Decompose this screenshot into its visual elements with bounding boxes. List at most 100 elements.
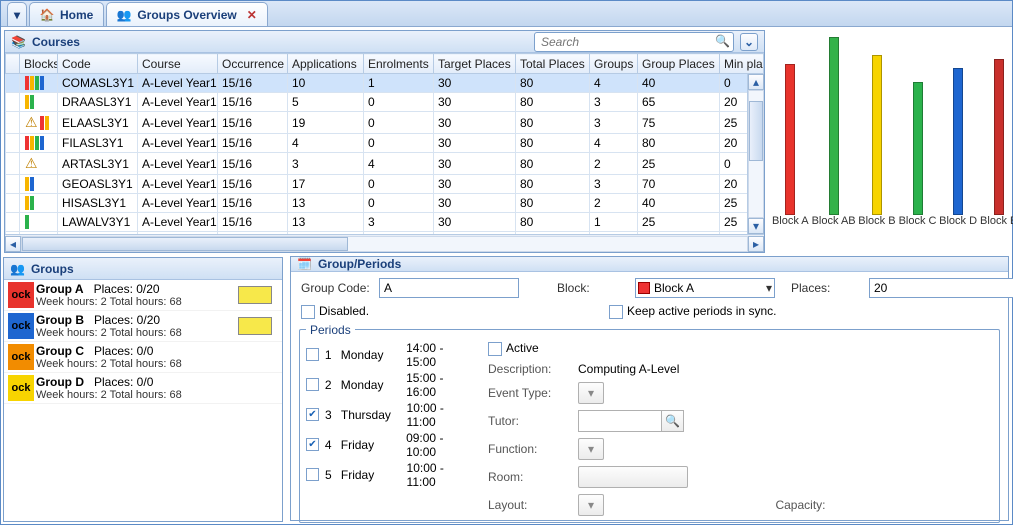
block-indicator bbox=[25, 136, 29, 150]
period-checkbox[interactable]: ✔ bbox=[306, 438, 319, 451]
periods-fieldset: Periods 1Monday14:00 - 15:002Monday15:00… bbox=[299, 323, 1000, 523]
cell-course: A-Level Year1 bbox=[138, 74, 218, 93]
function-select[interactable]: ▾ bbox=[578, 438, 604, 460]
group-item[interactable]: ockGroup APlaces: 0/20Week hours: 2 Tota… bbox=[4, 280, 282, 311]
period-row[interactable]: ✔3Thursday10:00 - 11:00 bbox=[306, 401, 476, 429]
table-row[interactable]: HISASL3Y1A-Level Year115/16130308024025 bbox=[6, 194, 764, 213]
cell-gp: 75 bbox=[638, 112, 720, 134]
tab-groups-overview[interactable]: 👥 Groups Overview ✕ bbox=[106, 2, 267, 26]
places-input[interactable] bbox=[869, 278, 1013, 298]
tab-menu-button[interactable]: ▾ bbox=[7, 2, 27, 26]
group-code-input[interactable] bbox=[379, 278, 519, 298]
tab-label: Home bbox=[60, 8, 93, 22]
chevron-down-icon[interactable]: ▾ bbox=[766, 281, 772, 295]
cell-code: HISASL3Y1 bbox=[58, 194, 138, 213]
group-hours: Week hours: 2 Total hours: 68 bbox=[36, 327, 238, 339]
sync-checkbox[interactable] bbox=[609, 305, 623, 319]
period-day: Monday bbox=[341, 348, 400, 362]
period-number: 1 bbox=[325, 348, 335, 362]
courses-table: BlocksCodeCourseOccurrenceApplicationsEn… bbox=[5, 53, 764, 234]
period-row[interactable]: 1 Monday 14:00 - 15:00 bbox=[306, 341, 476, 369]
column-header[interactable]: Blocks bbox=[20, 54, 58, 74]
scroll-left-icon[interactable]: ◂ bbox=[5, 236, 21, 252]
cell-occ: 15/16 bbox=[218, 134, 288, 153]
close-icon[interactable]: ✕ bbox=[247, 8, 257, 22]
cell-grp: 4 bbox=[590, 134, 638, 153]
column-header[interactable]: Enrolments bbox=[364, 54, 434, 74]
room-input[interactable] bbox=[578, 466, 688, 488]
block-indicator bbox=[25, 196, 29, 210]
period-day: Thursday bbox=[341, 408, 401, 422]
column-header[interactable]: Total Places bbox=[516, 54, 590, 74]
block-label: Block: bbox=[557, 281, 629, 295]
blocks-chart: Block ABlock ABBlock BBlock CBlock DBloc… bbox=[767, 27, 1013, 255]
column-header[interactable]: Target Places bbox=[434, 54, 516, 74]
cell-tp: 30 bbox=[434, 153, 516, 175]
period-checkbox[interactable] bbox=[306, 378, 319, 391]
layout-select[interactable]: ▾ bbox=[578, 494, 604, 516]
period-row[interactable]: 5Friday10:00 - 11:00 bbox=[306, 461, 476, 489]
cell-occ: 15/16 bbox=[218, 153, 288, 175]
cell-tp: 30 bbox=[434, 194, 516, 213]
bar-label: Block A bbox=[772, 215, 809, 231]
scroll-right-icon[interactable]: ▸ bbox=[748, 236, 764, 252]
column-header[interactable]: Course bbox=[138, 54, 218, 74]
period-checkbox[interactable] bbox=[306, 348, 319, 361]
cell-grp: 3 bbox=[590, 175, 638, 194]
scroll-thumb[interactable] bbox=[22, 237, 348, 251]
period-time: 14:00 - 15:00 bbox=[406, 341, 476, 369]
column-header[interactable]: Group Places bbox=[638, 54, 720, 74]
blocks-cell: ⚠ bbox=[20, 112, 58, 134]
column-header[interactable]: Applications bbox=[288, 54, 364, 74]
column-header[interactable]: Groups bbox=[590, 54, 638, 74]
column-header[interactable]: Code bbox=[58, 54, 138, 74]
tutor-input[interactable] bbox=[578, 410, 662, 432]
search-input[interactable] bbox=[534, 32, 734, 52]
block-select[interactable]: Block A ▾ bbox=[635, 278, 775, 298]
cell-code: DRAASL3Y1 bbox=[58, 93, 138, 112]
search-icon[interactable]: 🔍 bbox=[715, 34, 730, 48]
groups-panel: 👥 Groups ockGroup APlaces: 0/20Week hour… bbox=[3, 257, 283, 522]
group-hours: Week hours: 2 Total hours: 68 bbox=[36, 389, 238, 401]
period-row[interactable]: ✔4Friday09:00 - 10:00 bbox=[306, 431, 476, 459]
expand-button[interactable]: ⌄ bbox=[740, 33, 758, 51]
column-header[interactable]: Occurrence bbox=[218, 54, 288, 74]
cell-tot: 80 bbox=[516, 112, 590, 134]
active-label: Active bbox=[506, 341, 539, 355]
horizontal-scrollbar[interactable]: ◂ ▸ bbox=[5, 234, 764, 252]
cell-apps: 19 bbox=[288, 112, 364, 134]
period-row[interactable]: 2Monday15:00 - 16:00 bbox=[306, 371, 476, 399]
scroll-thumb[interactable] bbox=[749, 101, 763, 161]
block-indicator bbox=[30, 177, 34, 191]
table-row[interactable]: FILASL3Y1A-Level Year115/1640308048020 bbox=[6, 134, 764, 153]
cell-occ: 15/16 bbox=[218, 213, 288, 232]
table-row[interactable]: ⚠ARTASL3Y1A-Level Year115/163430802250 bbox=[6, 153, 764, 175]
bar-label: Block C bbox=[899, 215, 937, 231]
tab-home[interactable]: 🏠 Home bbox=[29, 2, 104, 26]
table-row[interactable]: DRAASL3Y1A-Level Year115/1650308036520 bbox=[6, 93, 764, 112]
event-type-select[interactable]: ▾ bbox=[578, 382, 604, 404]
scroll-up-icon[interactable]: ▴ bbox=[748, 74, 764, 90]
period-checkbox[interactable]: ✔ bbox=[306, 408, 319, 421]
block-indicator bbox=[45, 116, 49, 130]
table-row[interactable]: GEOASL3Y1A-Level Year115/16170308037020 bbox=[6, 175, 764, 194]
cell-tp: 30 bbox=[434, 74, 516, 93]
scroll-down-icon[interactable]: ▾ bbox=[748, 218, 764, 234]
disabled-checkbox[interactable] bbox=[301, 305, 315, 319]
groups-icon: 👥 bbox=[117, 8, 131, 22]
group-item[interactable]: ockGroup DPlaces: 0/0Week hours: 2 Total… bbox=[4, 373, 282, 404]
active-checkbox[interactable] bbox=[488, 342, 502, 356]
search-icon[interactable]: 🔍 bbox=[662, 410, 684, 432]
places-label: Places: bbox=[791, 281, 863, 295]
table-row[interactable]: COMASL3Y1A-Level Year115/1610130804400 bbox=[6, 74, 764, 93]
table-row[interactable]: LAWALV3Y1A-Level Year115/16133308012525 bbox=[6, 213, 764, 232]
group-item[interactable]: ockGroup CPlaces: 0/0Week hours: 2 Total… bbox=[4, 342, 282, 373]
group-item[interactable]: ockGroup BPlaces: 0/20Week hours: 2 Tota… bbox=[4, 311, 282, 342]
period-checkbox[interactable] bbox=[306, 468, 319, 481]
vertical-scrollbar[interactable]: ▴ ▾ bbox=[747, 74, 764, 234]
bar-block-ab bbox=[829, 37, 839, 215]
tutor-lookup[interactable]: 🔍 bbox=[578, 410, 736, 432]
cell-grp: 2 bbox=[590, 153, 638, 175]
column-header[interactable]: Min pla bbox=[720, 54, 764, 74]
table-row[interactable]: ⚠ELAASL3Y1A-Level Year115/16190308037525 bbox=[6, 112, 764, 134]
